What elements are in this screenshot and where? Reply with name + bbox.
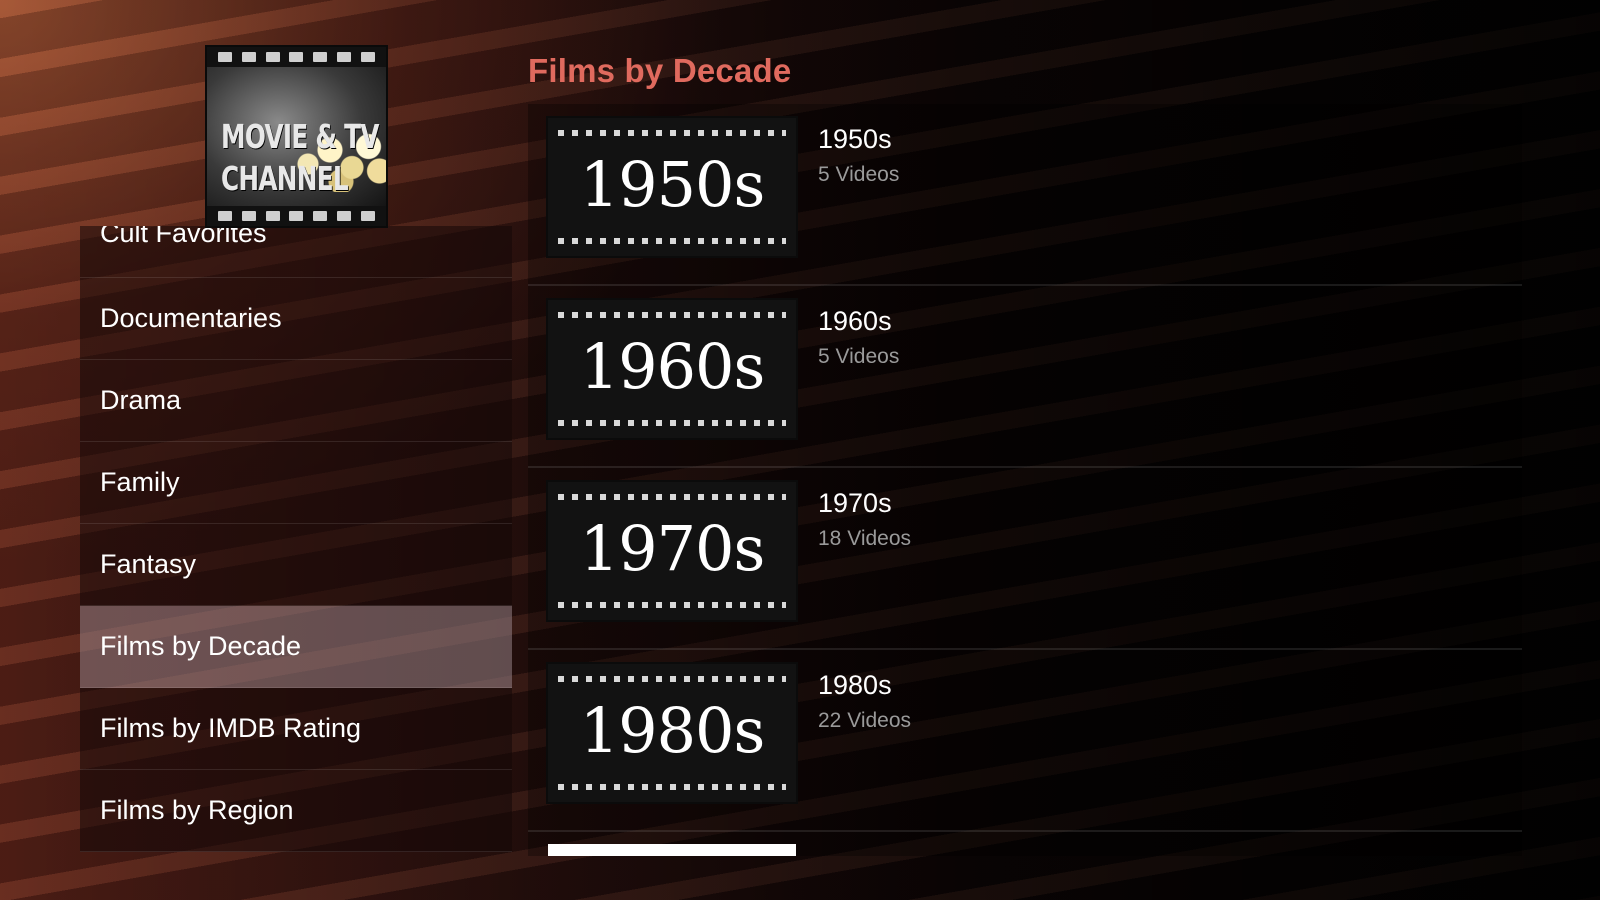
film-perforations [558,784,786,790]
video-count: 22 Videos [818,709,912,732]
sidebar-item-drama[interactable]: Drama [80,360,512,442]
list-item-meta: 1960s 5 Videos [818,300,899,369]
thumbnail-year-text: 1950s [579,148,766,221]
list-item-partial[interactable] [528,832,1522,856]
list-item-title: 1950s [818,124,892,154]
list-item-1960s[interactable]: 1960s 1960s 5 Videos [528,286,1522,468]
video-count: 5 Videos [818,163,900,186]
film-perforations [558,130,786,136]
sidebar-item-label: Drama [100,385,182,415]
video-count: 5 Videos [818,345,900,368]
sidebar-item-cult-favorites[interactable]: Cult Favorites [80,226,512,278]
film-perforations [207,206,386,226]
decade-thumbnail: 1950s [548,118,796,256]
channel-logo: MOVIE & TV CHANNEL [205,45,388,228]
sidebar-item-fantasy[interactable]: Fantasy [80,524,512,606]
list-item-meta: 1970s 18 Videos [818,482,911,551]
sidebar-item-label: Documentaries [100,303,282,333]
logo-text-line2: CHANNEL [221,159,349,198]
decade-thumbnail-partial [548,844,796,856]
film-perforations [558,312,786,318]
sidebar-item-films-by-decade[interactable]: Films by Decade [80,606,512,688]
decade-thumbnail: 1970s [548,482,796,620]
list-item-title: 1960s [818,306,892,336]
list-item-title: 1970s [818,488,892,518]
film-perforations [558,494,786,500]
video-count: 18 Videos [818,527,912,550]
list-item-title: 1980s [818,670,892,700]
decade-thumbnail: 1960s [548,300,796,438]
sidebar-item-label: Fantasy [100,549,197,579]
list-item-1970s[interactable]: 1970s 1970s 18 Videos [528,468,1522,650]
list-item-meta: 1980s 22 Videos [818,664,911,733]
list-item-1980s[interactable]: 1980s 1980s 22 Videos [528,650,1522,832]
film-perforations [207,47,386,67]
category-sidebar: Cult Favorites Documentaries Drama Famil… [80,226,512,854]
film-perforations [558,602,786,608]
sidebar-item-films-by-imdb-rating[interactable]: Films by IMDB Rating [80,688,512,770]
film-perforations [558,420,786,426]
sidebar-item-films-by-region[interactable]: Films by Region [80,770,512,852]
thumbnail-year-text: 1960s [579,330,766,403]
film-perforations [558,676,786,682]
list-item-meta: 1950s 5 Videos [818,118,899,187]
logo-text-line1: MOVIE & TV [221,117,379,156]
page-title: Films by Decade [528,52,792,89]
sidebar-item-label: Films by Decade [100,631,302,661]
sidebar-item-label: Cult Favorites [100,226,267,248]
thumbnail-year-text: 1970s [579,512,766,585]
sidebar-item-label: Family [100,467,180,497]
sidebar-item-family[interactable]: Family [80,442,512,524]
film-perforations [558,238,786,244]
thumbnail-year-text: 1980s [579,694,766,767]
list-item-1950s[interactable]: 1950s 1950s 5 Videos [528,104,1522,286]
decade-thumbnail: 1980s [548,664,796,802]
decade-list: 1950s 1950s 5 Videos 1960s 1960s 5 Video… [528,104,1522,856]
logo-background: MOVIE & TV CHANNEL [207,67,386,206]
sidebar-item-label: Films by Region [100,795,294,825]
sidebar-item-label: Films by IMDB Rating [100,713,362,743]
sidebar-item-documentaries[interactable]: Documentaries [80,278,512,360]
